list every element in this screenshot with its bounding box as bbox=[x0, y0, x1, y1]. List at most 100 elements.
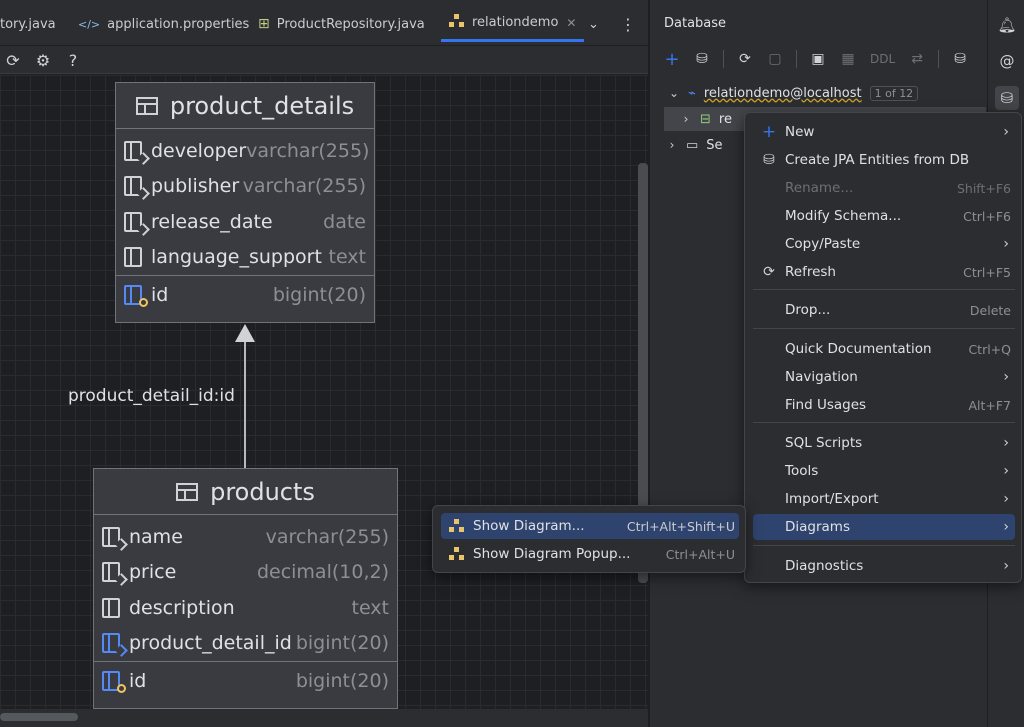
table-node-product-details[interactable]: product_details developer varchar(255) p… bbox=[115, 82, 375, 323]
table-editor-button[interactable]: ▦ bbox=[836, 48, 860, 70]
table-header: product_details bbox=[116, 83, 374, 129]
column-icon bbox=[124, 211, 150, 236]
tab-repository-java[interactable]: tory.java bbox=[0, 6, 56, 42]
column-name: id bbox=[129, 669, 147, 692]
column-icon bbox=[124, 176, 150, 201]
menu-item-drop[interactable]: Drop... Delete bbox=[753, 297, 1015, 323]
menu-item-rename[interactable]: Rename... Shift+F6 bbox=[753, 175, 1015, 201]
refresh-button[interactable]: ⟳ bbox=[2, 49, 24, 71]
column-row: release_date date bbox=[116, 204, 374, 240]
diagrams-submenu: Show Diagram... Ctrl+Alt+Shift+U Show Di… bbox=[432, 505, 746, 573]
datasource-count: 1 of 12 bbox=[869, 85, 919, 101]
tab-label: tory.java bbox=[0, 16, 56, 32]
refresh-icon: ⟳ bbox=[6, 50, 20, 70]
menu-item-refresh[interactable]: ⟳ Refresh Ctrl+F5 bbox=[753, 259, 1015, 285]
diagram-toolbar: ⟳ ⚙ ? bbox=[0, 46, 648, 74]
add-button[interactable]: + bbox=[660, 48, 684, 70]
context-menu: + New › ⛁ Create JPA Entities from DB Re… bbox=[744, 112, 1022, 583]
tab-label: ProductRepository.java bbox=[276, 16, 425, 32]
tree-item-label: Se bbox=[706, 137, 723, 153]
settings-button[interactable]: ⚙ bbox=[32, 49, 54, 71]
column-type: varchar(255) bbox=[265, 525, 389, 548]
column-name: description bbox=[129, 596, 235, 619]
column-type: decimal(10,2) bbox=[256, 561, 389, 584]
chevron-right-icon: › bbox=[669, 138, 675, 152]
menu-item-modify-schema[interactable]: Modify Schema... Ctrl+F6 bbox=[753, 203, 1015, 229]
database-icon: ⛁ bbox=[1000, 89, 1014, 107]
menu-item-diagrams[interactable]: Diagrams › bbox=[753, 514, 1015, 540]
column-name: publisher bbox=[151, 175, 240, 198]
database-filter-icon: ⛁ bbox=[954, 51, 967, 67]
jump-button[interactable]: ⇄ bbox=[905, 48, 929, 70]
query-console-button[interactable]: ▣ bbox=[806, 48, 830, 70]
table-node-products[interactable]: products name varchar(255) price decimal… bbox=[93, 468, 398, 709]
chevron-down-icon: ⌄ bbox=[668, 86, 680, 100]
ddl-button[interactable]: DDL bbox=[866, 52, 899, 66]
chevron-right-icon: › bbox=[1003, 463, 1009, 479]
toolbar-divider bbox=[938, 50, 940, 68]
tree-item-datasource[interactable]: ⌄ ⌁ relationdemo@localhost 1 of 12 bbox=[650, 81, 988, 105]
table-icon bbox=[176, 482, 199, 501]
ai-assistant-button[interactable]: @ bbox=[995, 49, 1019, 73]
tab-relationdemo[interactable]: relationdemo ✕ bbox=[441, 6, 585, 42]
close-icon[interactable]: ✕ bbox=[566, 16, 576, 30]
plus-icon: + bbox=[761, 122, 777, 142]
column-type: text bbox=[328, 246, 367, 269]
menu-item-create-jpa-entities[interactable]: ⛁ Create JPA Entities from DB bbox=[753, 147, 1015, 173]
menu-item-show-diagram[interactable]: Show Diagram... Ctrl+Alt+Shift+U bbox=[441, 513, 739, 539]
menu-item-navigation[interactable]: Navigation › bbox=[753, 364, 1015, 390]
column-type: bigint(20) bbox=[295, 669, 389, 692]
console-icon: ▣ bbox=[811, 51, 825, 67]
filter-button[interactable]: ⛁ bbox=[948, 48, 972, 70]
primary-key-row: id bigint(20) bbox=[116, 277, 374, 313]
tab-application-properties[interactable]: </> application.properties bbox=[78, 6, 249, 42]
chevron-right-icon: › bbox=[1003, 491, 1009, 507]
horizontal-scrollbar-track bbox=[0, 709, 648, 727]
column-name: name bbox=[129, 525, 183, 548]
tree-item-label: re bbox=[718, 111, 732, 127]
column-icon bbox=[124, 247, 142, 268]
chevron-right-icon: › bbox=[1003, 369, 1009, 385]
column-row: name varchar(255) bbox=[94, 519, 397, 555]
menu-item-sql-scripts[interactable]: SQL Scripts › bbox=[753, 430, 1015, 456]
code-file-icon: </> bbox=[78, 17, 101, 31]
toolbar-divider bbox=[723, 50, 724, 68]
menu-item-quick-documentation[interactable]: Quick Documentation Ctrl+Q bbox=[753, 336, 1015, 362]
menu-separator bbox=[753, 328, 1015, 329]
relation-line bbox=[244, 340, 246, 468]
help-button[interactable]: ? bbox=[62, 49, 84, 71]
menu-item-diagnostics[interactable]: Diagnostics › bbox=[753, 553, 1015, 579]
menu-item-copy-paste[interactable]: Copy/Paste › bbox=[753, 231, 1015, 257]
folder-icon: ▭ bbox=[686, 137, 699, 153]
menu-item-import-export[interactable]: Import/Export › bbox=[753, 486, 1015, 512]
diagram-icon bbox=[449, 14, 465, 31]
tabs-more-button[interactable]: ⋮ bbox=[620, 6, 636, 42]
column-name: price bbox=[129, 561, 177, 584]
column-type: varchar(255) bbox=[246, 139, 370, 162]
column-icon bbox=[102, 526, 128, 551]
chevron-right-icon: › bbox=[683, 112, 689, 126]
stop-button[interactable]: ▢ bbox=[763, 48, 787, 70]
menu-item-new[interactable]: + New › bbox=[753, 119, 1015, 145]
table-icon bbox=[135, 96, 158, 115]
diagram-icon bbox=[441, 547, 473, 561]
chevron-right-icon: › bbox=[1003, 236, 1009, 252]
column-row: description text bbox=[94, 590, 397, 626]
more-vertical-icon: ⋮ bbox=[620, 14, 636, 34]
tab-label: application.properties bbox=[107, 16, 250, 32]
menu-item-show-diagram-popup[interactable]: Show Diagram Popup... Ctrl+Alt+U bbox=[441, 541, 739, 567]
menu-item-find-usages[interactable]: Find Usages Alt+F7 bbox=[753, 392, 1015, 418]
diagram-icon bbox=[441, 519, 473, 533]
database-tool-button[interactable]: ⛁ bbox=[995, 86, 1019, 110]
menu-item-tools[interactable]: Tools › bbox=[753, 458, 1015, 484]
database-toolbar: + ⛁ ⟳ ▢ ▣ ▦ DDL ⇄ ⛁ › bbox=[660, 46, 1002, 72]
column-type: varchar(255) bbox=[242, 175, 366, 198]
horizontal-scrollbar[interactable] bbox=[0, 713, 78, 721]
tab-product-repository[interactable]: ⊞ ProductRepository.java bbox=[258, 6, 425, 42]
refresh-button[interactable]: ⟳ bbox=[733, 48, 757, 70]
datasource-name: relationdemo@localhost bbox=[703, 85, 862, 101]
notifications-button[interactable]: 🔔︎ bbox=[995, 13, 1019, 37]
column-icon bbox=[124, 140, 150, 165]
data-source-properties-button[interactable]: ⛁ bbox=[690, 48, 714, 70]
tabs-dropdown-button[interactable]: ⌄ bbox=[588, 6, 599, 42]
